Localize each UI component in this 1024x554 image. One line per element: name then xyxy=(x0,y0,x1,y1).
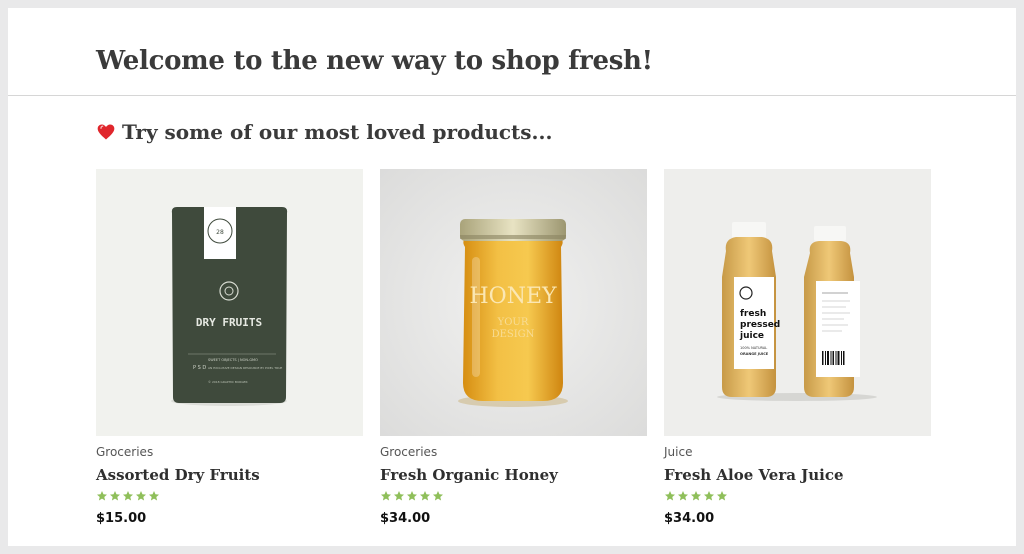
jar-sublabel-1: YOUR xyxy=(497,317,529,328)
star-icon xyxy=(136,491,146,501)
product-card[interactable]: fresh pressed juice 100% NATURAL ORANGE … xyxy=(664,169,931,526)
product-name[interactable]: Fresh Aloe Vera Juice xyxy=(664,466,844,484)
page-panel: Welcome to the new way to shop fresh! Tr… xyxy=(8,8,1016,546)
star-icon xyxy=(149,491,159,501)
star-icon xyxy=(691,491,701,501)
bottle-label-flavor: ORANGE JUICE xyxy=(740,352,769,356)
pouch-text-right: SWEET OBJECTS | NON-GMO xyxy=(208,358,258,362)
product-card[interactable]: 28 DRY FRUITS P S D SWEET OBJECTS | NON-… xyxy=(96,169,363,526)
pouch-label: DRY FRUITS xyxy=(196,316,262,329)
heart-icon xyxy=(97,124,115,140)
star-icon xyxy=(433,491,443,501)
product-price: $15.00 xyxy=(96,511,147,526)
jar-sublabel-2: DESIGN xyxy=(492,329,535,340)
star-icon xyxy=(678,491,688,501)
star-rating xyxy=(664,490,728,502)
star-icon xyxy=(665,491,675,501)
product-name[interactable]: Fresh Organic Honey xyxy=(380,466,558,484)
svg-text:28: 28 xyxy=(216,229,224,236)
page-title: Welcome to the new way to shop fresh! xyxy=(96,46,653,76)
star-icon xyxy=(394,491,404,501)
star-rating xyxy=(380,490,444,502)
bottle-label-line2: pressed xyxy=(740,320,780,330)
product-image-juice[interactable]: fresh pressed juice 100% NATURAL ORANGE … xyxy=(664,169,931,436)
section-title-text: Try some of our most loved products... xyxy=(122,120,553,144)
star-icon xyxy=(97,491,107,501)
product-category: Groceries xyxy=(380,445,438,459)
pouch-text-sub: AN EXCLUSIVE DESIGN RESOURCE BY PIXEL TR… xyxy=(208,366,282,370)
section-title: Try some of our most loved products... xyxy=(96,120,552,144)
star-icon xyxy=(407,491,417,501)
product-price: $34.00 xyxy=(664,511,715,526)
product-image-honey[interactable]: HONEY YOUR DESIGN xyxy=(380,169,647,436)
pouch-side-letters: P S D xyxy=(193,365,206,371)
star-icon xyxy=(123,491,133,501)
star-icon xyxy=(704,491,714,501)
bottle-label-line3: juice xyxy=(739,331,764,341)
star-icon xyxy=(420,491,430,501)
product-price: $34.00 xyxy=(380,511,431,526)
product-category: Groceries xyxy=(96,445,154,459)
star-icon xyxy=(381,491,391,501)
bottle-label-line1: fresh xyxy=(740,309,766,319)
product-image-dry-fruits[interactable]: 28 DRY FRUITS P S D SWEET OBJECTS | NON-… xyxy=(96,169,363,436)
star-icon xyxy=(717,491,727,501)
star-rating xyxy=(96,490,160,502)
jar-label: HONEY xyxy=(469,284,557,309)
header-divider xyxy=(8,95,1016,96)
product-category: Juice xyxy=(664,445,693,459)
star-icon xyxy=(110,491,120,501)
product-card[interactable]: HONEY YOUR DESIGN Groceries Fresh Organi… xyxy=(380,169,647,526)
pouch-text-foot: © 2018 GRAPHIC BURGER xyxy=(208,380,248,384)
bottle-label-note: 100% NATURAL xyxy=(740,346,767,350)
product-name[interactable]: Assorted Dry Fruits xyxy=(96,466,260,484)
